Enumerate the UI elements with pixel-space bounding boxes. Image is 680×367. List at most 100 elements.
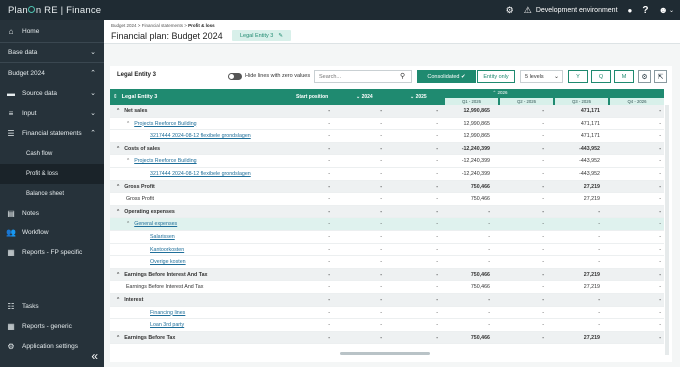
row-label: Kantoorkosten [150, 244, 184, 256]
row-link[interactable]: Projects Reeforce Building [134, 158, 196, 164]
collapse-sidebar-icon[interactable]: « [91, 349, 98, 363]
table-row[interactable]: Salarissen - - - - - - - [110, 231, 664, 244]
sidebar-item-source-data[interactable]: ▬ Source data ⌄ [0, 83, 104, 103]
cell-q2: - [542, 208, 544, 215]
expand-chevron-icon[interactable]: ⌃ [116, 146, 120, 152]
expand-chevron-icon[interactable]: ⌃ [116, 297, 120, 303]
sidebar-item-home[interactable]: ⌂ Home [0, 20, 104, 42]
column-header-entity[interactable]: ⇕ Legal Entity 3 [113, 89, 157, 105]
sidebar-item-reports-fp[interactable]: ▦ Reports - FP specific [0, 242, 104, 262]
table-row[interactable]: ⌃ Projects Reeforce Building - - - -12,240,39… [110, 155, 664, 168]
cell-y25: - [436, 309, 438, 316]
sidebar-item-base-data[interactable]: Base data ⌄ [0, 42, 104, 62]
sidebar-item-input[interactable]: ≡ Input ⌄ [0, 103, 104, 123]
workflow-icon: 👥 [6, 227, 16, 237]
expand-chevron-icon[interactable]: ⌃ [116, 209, 120, 215]
search-input[interactable] [314, 70, 412, 83]
column-header-2026[interactable]: ⌃ 2026 [482, 90, 518, 96]
levels-select[interactable]: 5 levels ⌄ [520, 70, 563, 83]
user-avatar-icon[interactable]: ☻ ⌄ [658, 5, 674, 15]
entity-selector[interactable]: Legal Entity 3 ✎ [232, 30, 291, 41]
table-row[interactable]: 3217444 2024-08-12 flexibele grondslagen… [110, 130, 664, 143]
table-row[interactable]: ⌃ Operating expenses - - - - - - - [110, 205, 664, 219]
table-row[interactable]: ⌃ Earnings Before Interest And Tax - - - 750,… [110, 268, 664, 282]
table-row[interactable]: Earnings Before Interest And Tax - - - 750,4… [110, 281, 664, 294]
table-row[interactable]: Financing lines - - - - - - - [110, 307, 664, 320]
table-row[interactable]: Loan 3rd party - - - - - - - [110, 319, 664, 332]
column-header-q4[interactable]: Q4 - 2026 [610, 98, 664, 105]
sidebar-item-workflow[interactable]: 👥 Workflow [0, 222, 104, 242]
table-row[interactable]: ⌃ Costs of sales - - - -12,240,399 - -443,952 - [110, 142, 664, 156]
expand-chevron-icon[interactable]: ⌃ [116, 335, 120, 341]
consolidated-button[interactable]: Consolidated ✔ [417, 70, 476, 83]
breadcrumb-budget[interactable]: Budget 2024 [111, 23, 137, 28]
sidebar-item-tasks[interactable]: ☷ Tasks [0, 296, 104, 316]
expand-chevron-icon[interactable]: ⌃ [126, 158, 130, 164]
tasks-icon: ☷ [7, 301, 15, 311]
expand-chevron-icon[interactable]: ⌃ [116, 272, 120, 278]
sidebar-item-cash-flow[interactable]: Cash flow [0, 144, 104, 164]
table-row[interactable]: ⌃ Earnings Before Tax - - - 750,466 - 27,219 - [110, 331, 664, 345]
column-header-q2[interactable]: Q2 - 2026 [500, 98, 553, 105]
sidebar-item-notes[interactable]: ▤ Notes [0, 203, 104, 223]
period-month-button[interactable]: M [614, 70, 634, 83]
sidebar-item-budget-2024[interactable]: Budget 2024 ⌃ [0, 63, 104, 83]
column-header-q3[interactable]: Q3 - 2026 [555, 98, 608, 105]
hide-zero-toggle[interactable] [228, 73, 242, 80]
table-row[interactable]: Kantoorkosten - - - - - - - [110, 244, 664, 257]
expand-chevron-icon[interactable]: ⌃ [116, 108, 120, 114]
expand-chevron-icon[interactable]: ⌃ [126, 221, 130, 227]
row-link[interactable]: 3217444 2024-08-12 flexibele grondslagen [150, 171, 251, 177]
row-link[interactable]: Projects Reeforce Building [134, 121, 196, 127]
table-row[interactable]: ⌃ Interest - - - - - - - [110, 294, 664, 307]
search-icon[interactable]: ⚲ [400, 72, 405, 80]
breadcrumb-financial-statements[interactable]: Financial statements [142, 23, 183, 28]
cell-q4: - [659, 271, 661, 278]
table-settings-button[interactable]: ⚙ [638, 70, 651, 83]
app-logo[interactable]: Plan n RE | Finance [0, 5, 101, 16]
table-row[interactable]: Gross Profit - - - 750,466 - 27,219 - [110, 193, 664, 206]
column-header-2024[interactable]: ⌄ 2024 [356, 89, 373, 105]
entity-only-button[interactable]: Entity only [477, 70, 515, 83]
export-button[interactable]: ⇱ [654, 70, 667, 83]
row-link[interactable]: Financing lines [150, 310, 185, 316]
table-row[interactable]: 3217444 2024-08-12 flexibele grondslagen… [110, 168, 664, 181]
gear-icon[interactable]: ⚙ [506, 5, 514, 16]
sidebar-item-balance-sheet[interactable]: Balance sheet [0, 184, 104, 204]
sidebar-item-profit-loss[interactable]: Profit & loss [0, 164, 104, 184]
cell-q1: - [488, 309, 490, 316]
cell-y24: - [380, 158, 382, 165]
expand-chevron-icon[interactable]: ⌃ [116, 184, 120, 190]
cell-start: - [328, 196, 330, 203]
column-header-q1[interactable]: Q1 - 2026 [445, 98, 498, 105]
table-row[interactable]: ⌃ Projects Reeforce Building - - - 12,990,865… [110, 118, 664, 131]
horizontal-scrollbar[interactable] [340, 352, 430, 355]
row-link[interactable]: Kantoorkosten [150, 247, 184, 253]
period-year-button[interactable]: Y [568, 70, 588, 83]
sidebar-item-application-settings[interactable]: ⚙ Application settings [0, 336, 104, 356]
table-row[interactable]: ⌃ Net sales - - - 12,990,865 - 471,171 - [110, 105, 664, 118]
cell-y25: - [436, 145, 438, 152]
vertical-scrollbar[interactable] [665, 105, 669, 355]
table-row[interactable]: ⌃ Gross Profit - - - 750,466 - 27,219 - [110, 180, 664, 194]
row-link[interactable]: Overige kosten [150, 259, 186, 265]
row-link[interactable]: Loan 3rd party [150, 322, 184, 328]
column-header-2025[interactable]: ⌄ 2025 [410, 89, 427, 105]
cell-y25: - [436, 284, 438, 291]
table-row[interactable]: Overige kosten - - - - - - - [110, 256, 664, 269]
expand-chevron-icon[interactable]: ⌃ [126, 121, 130, 127]
environment-indicator: ⚠ Development environment [524, 5, 618, 16]
table-row[interactable]: ⌃ General expenses - - - - - - - [110, 218, 664, 231]
row-link[interactable]: 3217444 2024-08-12 flexibele grondslagen [150, 133, 251, 139]
cell-q4: - [659, 145, 661, 152]
cell-q3: -443,952 [579, 171, 600, 177]
row-link[interactable]: Salarissen [150, 234, 175, 240]
period-quarter-button[interactable]: Q [591, 70, 611, 83]
row-link[interactable]: General expenses [134, 221, 177, 227]
help-icon[interactable]: ? [642, 5, 648, 16]
report-panel: Legal Entity 3 Hide lines with zero valu… [110, 66, 672, 362]
sidebar-item-reports-generic[interactable]: ▦ Reports - generic [0, 316, 104, 336]
bell-icon[interactable]: ● [628, 6, 633, 15]
row-label-text: Costs of sales [124, 145, 161, 152]
sidebar-item-financial-statements[interactable]: ☰ Financial statements ⌃ [0, 123, 104, 143]
